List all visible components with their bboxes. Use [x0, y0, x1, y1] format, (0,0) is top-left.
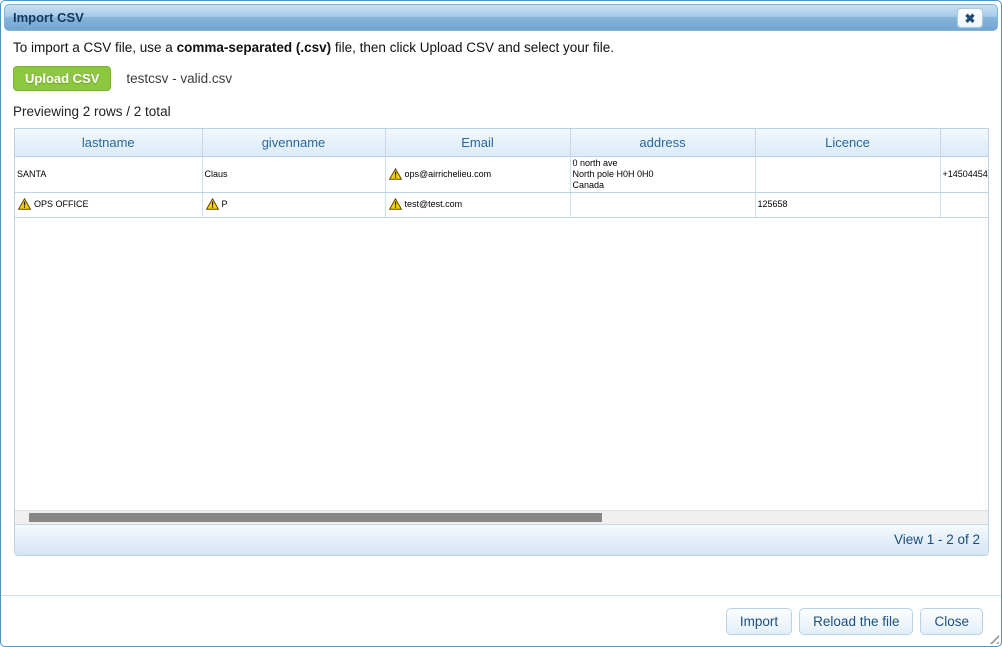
warning-icon — [18, 198, 31, 210]
grid-column-header[interactable] — [940, 129, 988, 156]
grid-cell[interactable] — [755, 156, 940, 192]
reload-file-button[interactable]: Reload the file — [799, 608, 913, 635]
grid-cell[interactable] — [570, 192, 755, 217]
grid-column-header[interactable]: lastname — [15, 129, 202, 156]
dialog-title: Import CSV — [13, 10, 84, 25]
grid-cell-text: +14504454 — [943, 169, 988, 179]
grid-cell[interactable] — [940, 192, 988, 217]
grid-cell[interactable]: P — [202, 192, 385, 217]
grid-table: lastnamegivennameEmailaddressLicence SAN… — [15, 129, 988, 218]
grid-cell-text: ops@airrichelieu.com — [405, 169, 492, 179]
grid-body: SANTA Claus ops@airrichelieu.com 0 north av… — [15, 156, 988, 217]
resize-grip-icon[interactable] — [986, 631, 999, 644]
warning-icon — [389, 198, 402, 210]
scrollbar-thumb[interactable] — [29, 513, 602, 522]
grid-cell[interactable]: +14504454 — [940, 156, 988, 192]
grid-column-header[interactable]: givenname — [202, 129, 385, 156]
dialog-titlebar[interactable]: Import CSV ✖ — [4, 4, 998, 31]
intro-bold: comma-separated (.csv) — [177, 40, 332, 55]
grid-cell-text: OPS OFFICE — [34, 199, 89, 209]
grid-pager: View 1 - 2 of 2 — [15, 524, 988, 555]
dialog-content: To import a CSV file, use a comma-separa… — [1, 32, 1001, 556]
intro-pre: To import a CSV file, use a — [13, 40, 177, 55]
grid-cell-text: SANTA — [17, 169, 46, 179]
grid-empty-area — [15, 218, 988, 510]
grid-cell[interactable]: test@test.com — [385, 192, 570, 217]
dialog-buttonpane: Import Reload the file Close — [726, 608, 983, 635]
grid-cell[interactable]: Claus — [202, 156, 385, 192]
intro-text: To import a CSV file, use a comma-separa… — [13, 40, 989, 55]
grid-cell[interactable]: 125658 — [755, 192, 940, 217]
grid-cell[interactable]: OPS OFFICE — [15, 192, 202, 217]
buttonpane-separator — [1, 595, 1001, 596]
import-button[interactable]: Import — [726, 608, 792, 635]
pager-view-range: View 1 - 2 of 2 — [894, 532, 980, 547]
grid-viewport: lastnamegivennameEmailaddressLicence SAN… — [15, 129, 988, 510]
grid-cell[interactable]: ops@airrichelieu.com — [385, 156, 570, 192]
grid-cell-text: test@test.com — [405, 199, 463, 209]
close-dialog-button[interactable]: Close — [920, 608, 983, 635]
upload-row: Upload CSV testcsv - valid.csv — [13, 66, 989, 91]
warning-icon — [206, 198, 219, 210]
grid-column-header[interactable]: address — [570, 129, 755, 156]
preview-grid: lastnamegivennameEmailaddressLicence SAN… — [14, 128, 989, 556]
close-button[interactable]: ✖ — [957, 8, 983, 28]
preview-status: Previewing 2 rows / 2 total — [13, 104, 989, 119]
grid-cell-text: P — [222, 199, 228, 209]
grid-cell[interactable]: 0 north ave North pole H0H 0H0 Canada — [570, 156, 755, 192]
table-row[interactable]: OPS OFFICE Ptest@test.com 125658 — [15, 192, 988, 217]
grid-cell[interactable]: SANTA — [15, 156, 202, 192]
table-row[interactable]: SANTA Claus ops@airrichelieu.com 0 north av… — [15, 156, 988, 192]
intro-post: file, then click Upload CSV and select y… — [331, 40, 614, 55]
horizontal-scrollbar[interactable] — [15, 510, 988, 524]
close-icon: ✖ — [965, 12, 976, 25]
grid-column-header[interactable]: Email — [385, 129, 570, 156]
import-csv-dialog: Import CSV ✖ To import a CSV file, use a… — [0, 0, 1002, 647]
grid-cell-text: Claus — [205, 169, 228, 179]
grid-cell-text: 125658 — [758, 199, 788, 209]
grid-cell-text: 0 north ave North pole H0H 0H0 Canada — [573, 158, 654, 190]
grid-header-row: lastnamegivennameEmailaddressLicence — [15, 129, 988, 156]
uploaded-filename: testcsv - valid.csv — [126, 71, 232, 86]
upload-csv-button[interactable]: Upload CSV — [13, 66, 111, 91]
warning-icon — [389, 168, 402, 180]
grid-column-header[interactable]: Licence — [755, 129, 940, 156]
